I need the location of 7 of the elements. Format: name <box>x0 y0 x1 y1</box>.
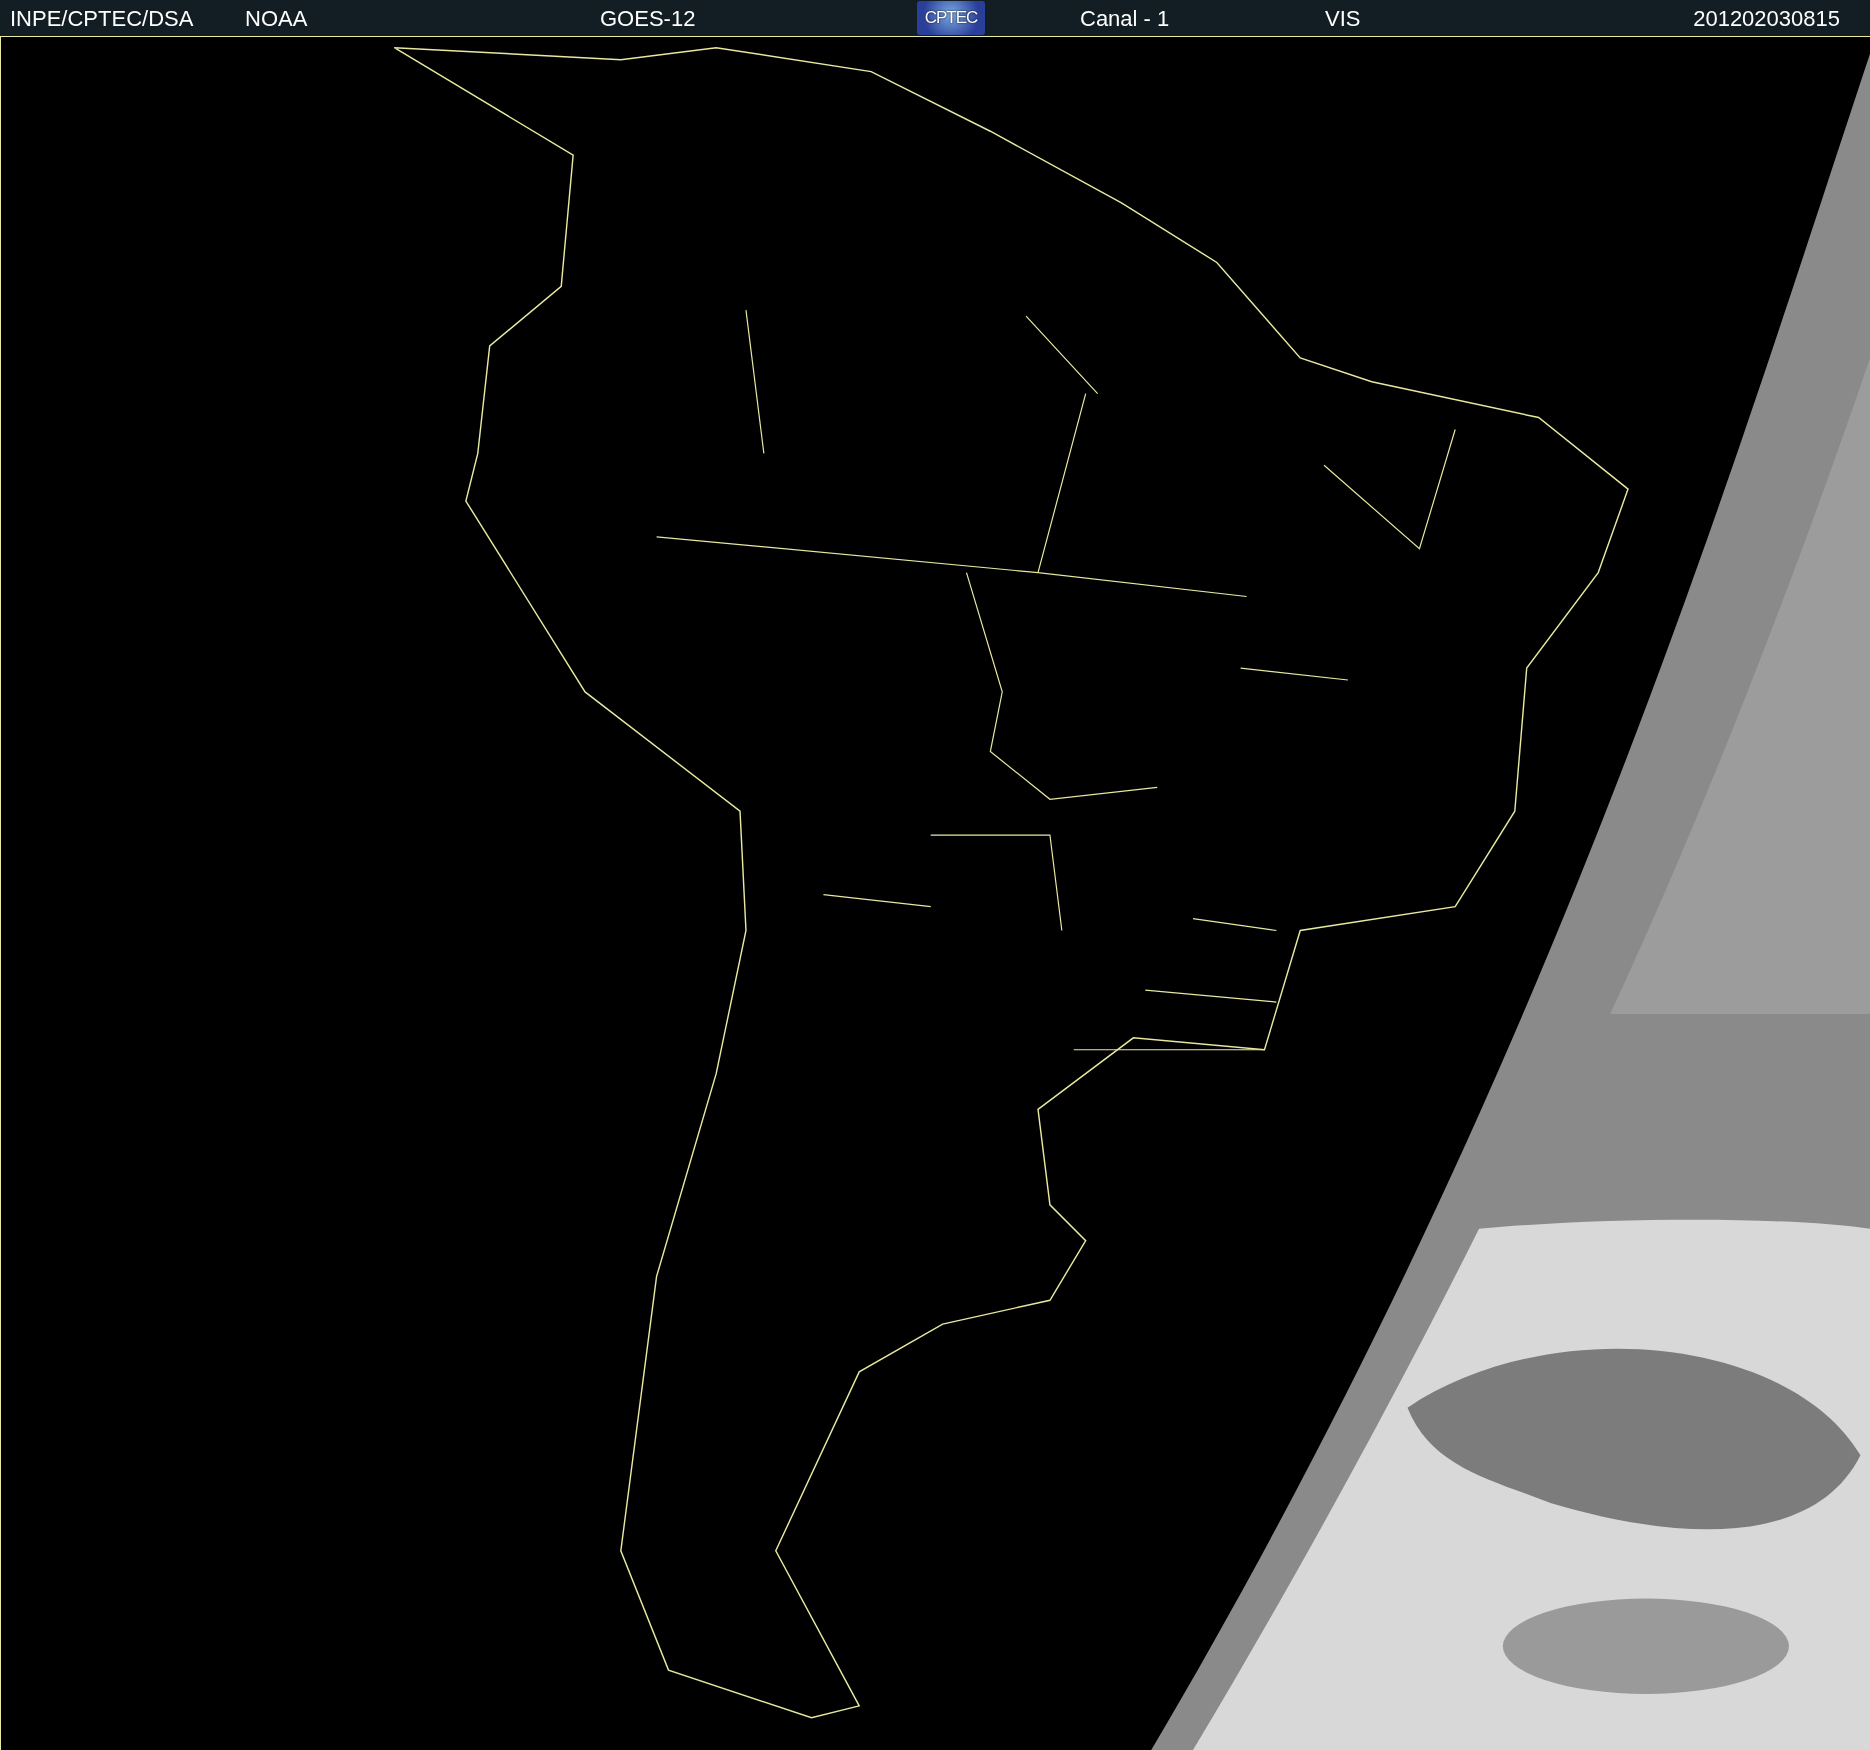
header-label: INPE/CPTEC/DSA <box>10 4 195 33</box>
header-label: VIS <box>1325 4 1362 33</box>
header-label: Canal - 1 <box>1080 4 1171 33</box>
header-label: GOES-12 <box>600 4 697 33</box>
logo: CPTEC <box>917 1 985 35</box>
header-label: 201202030815 <box>1693 4 1840 33</box>
header-label: NOAA <box>245 4 309 33</box>
